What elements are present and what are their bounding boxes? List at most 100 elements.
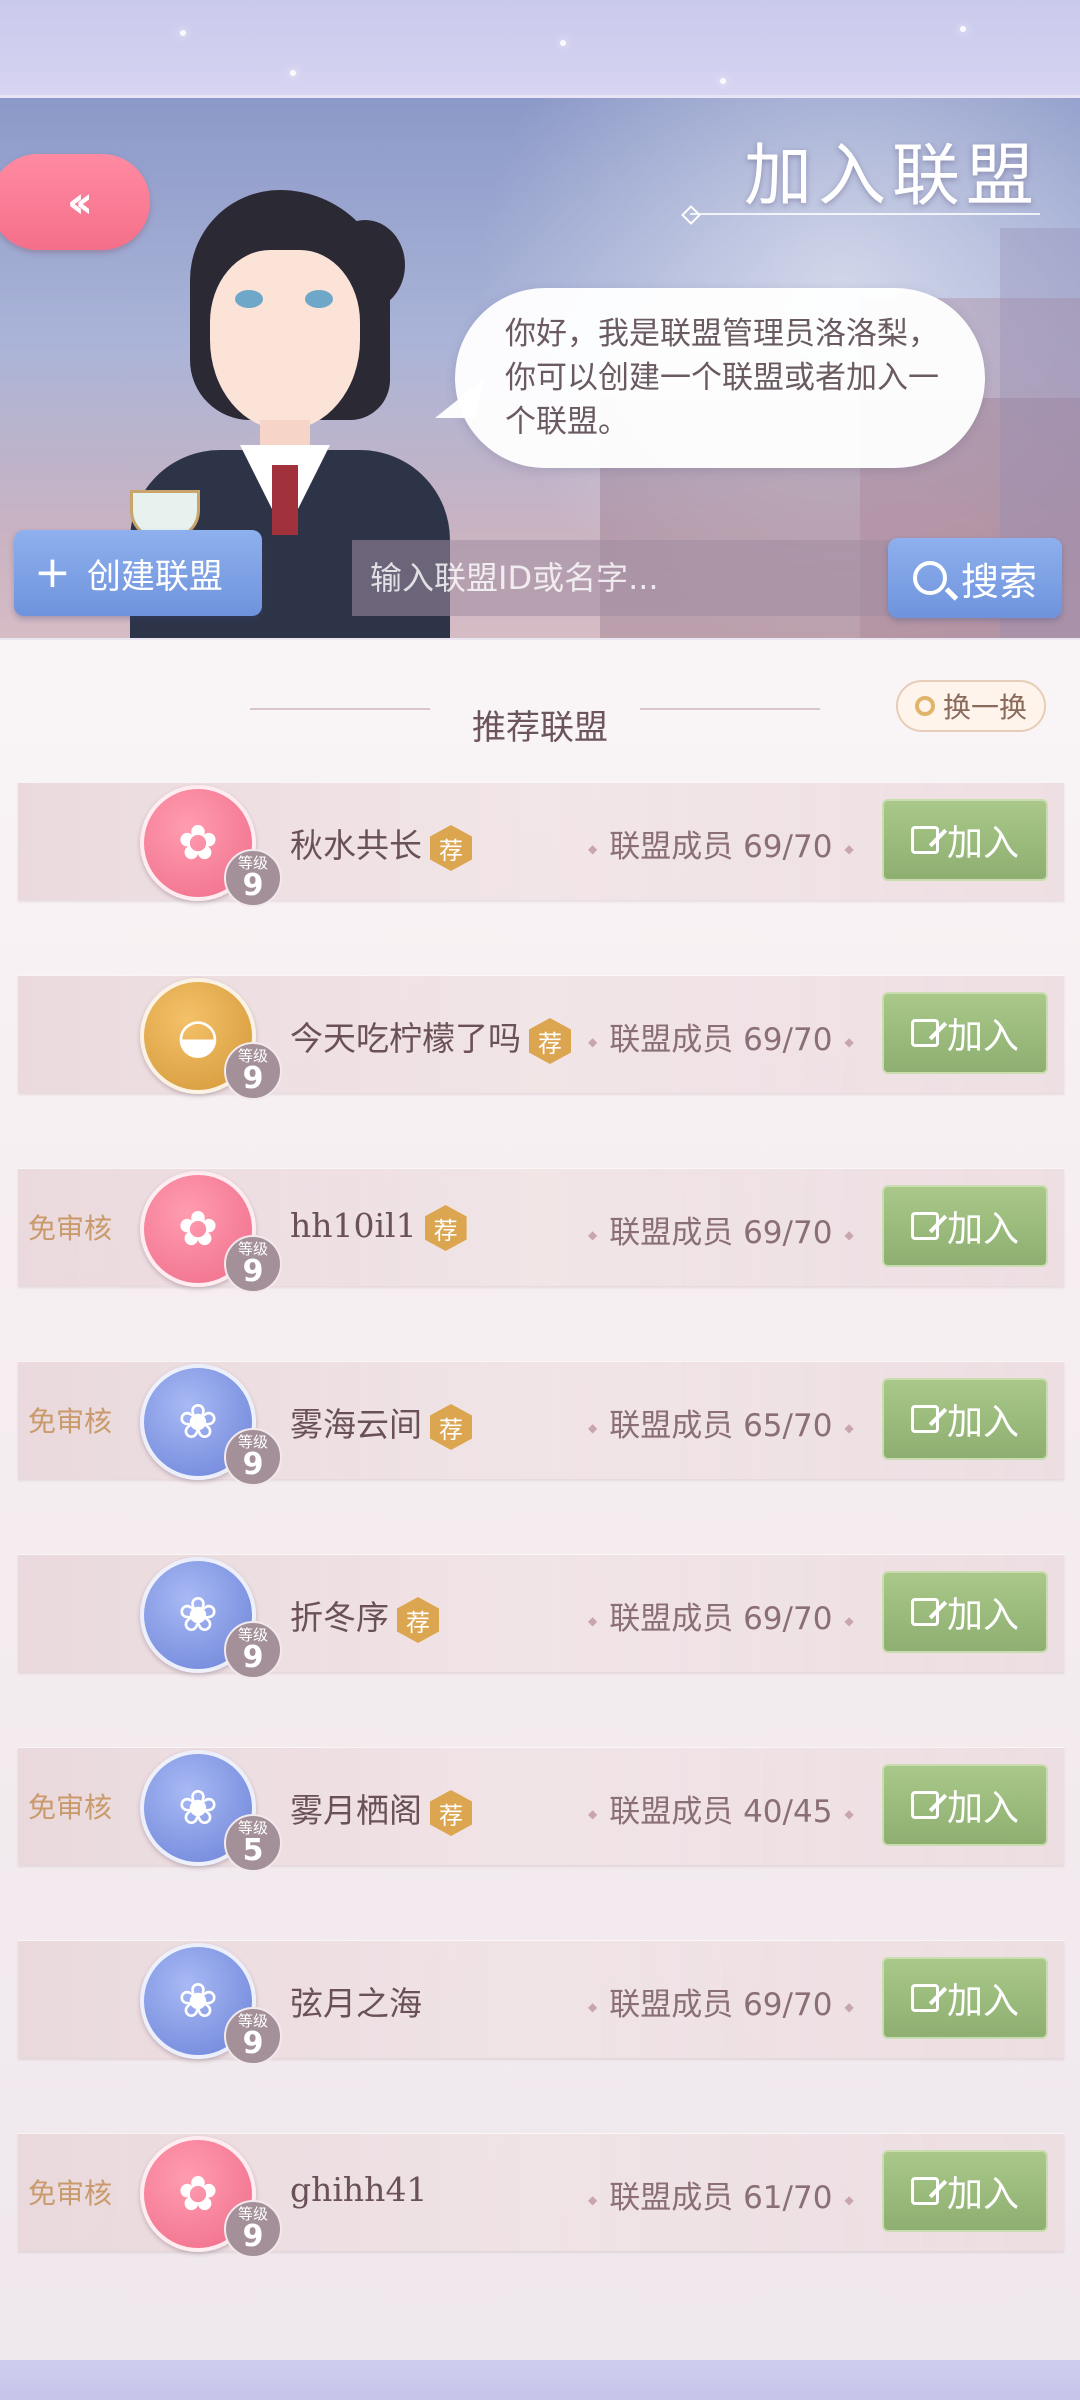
alliance-name: 弦月之海 bbox=[290, 1977, 422, 2025]
alliance-row[interactable]: 免审核❀ 等级 5 雾月栖阁荐联盟成员 40/45 加入 bbox=[18, 1747, 1064, 1872]
alliance-name: 雾海云间荐 bbox=[290, 1398, 472, 1450]
join-label: 加入 bbox=[946, 1788, 1019, 1829]
edit-icon bbox=[910, 1598, 939, 1626]
level-badge: 等级 9 bbox=[224, 1235, 282, 1293]
recommended-badge: 荐 bbox=[430, 825, 472, 871]
alliance-name-text: 折冬序 bbox=[290, 1598, 389, 1637]
join-label: 加入 bbox=[946, 1402, 1019, 1443]
section-divider-left bbox=[250, 708, 430, 710]
alliance-name-text: hh10il1 bbox=[290, 1206, 417, 1245]
alliance-name-text: 今天吃柠檬了吗 bbox=[290, 1019, 521, 1058]
edit-icon bbox=[910, 2177, 939, 2205]
alliance-name: ghihh41 bbox=[290, 2170, 427, 2209]
edit-icon bbox=[910, 1791, 939, 1819]
alliance-name: 今天吃柠檬了吗荐 bbox=[290, 1012, 571, 1064]
join-button[interactable]: 加入 bbox=[882, 1571, 1048, 1653]
join-button[interactable]: 加入 bbox=[882, 2150, 1048, 2232]
join-label: 加入 bbox=[946, 1595, 1019, 1636]
page-title: 加入联盟 bbox=[743, 137, 1040, 216]
npc-speech-bubble: 你好，我是联盟管理员洛洛梨，你可以创建一个联盟或者加入一个联盟。 bbox=[455, 288, 985, 468]
no-review-label: 免审核 bbox=[28, 1212, 113, 1245]
create-alliance-button[interactable]: + 创建联盟 bbox=[14, 530, 262, 616]
title-divider bbox=[690, 213, 1040, 215]
no-review-label: 免审核 bbox=[28, 2177, 113, 2210]
alliance-name: hh10il1 荐 bbox=[290, 1205, 467, 1251]
npc-dialog-text: 你好，我是联盟管理员洛洛梨，你可以创建一个联盟或者加入一个联盟。 bbox=[505, 316, 939, 440]
level-value: 9 bbox=[242, 1060, 264, 1096]
search-icon bbox=[912, 561, 947, 595]
level-badge: 等级 5 bbox=[224, 1814, 282, 1872]
no-review-label: 免审核 bbox=[28, 1405, 113, 1438]
member-count: 联盟成员 69/70 bbox=[588, 1593, 854, 1638]
alliance-name-text: 秋水共长 bbox=[290, 826, 422, 865]
level-badge: 等级 9 bbox=[224, 1621, 282, 1679]
level-value: 9 bbox=[242, 2025, 264, 2061]
plus-icon: + bbox=[34, 547, 71, 598]
recommended-badge: 荐 bbox=[430, 1790, 472, 1836]
join-label: 加入 bbox=[946, 823, 1019, 864]
alliance-row[interactable]: ✿ 等级 9 秋水共长荐联盟成员 69/70 加入 bbox=[18, 782, 1064, 907]
join-button[interactable]: 加入 bbox=[882, 1957, 1048, 2039]
member-count: 联盟成员 69/70 bbox=[588, 1979, 854, 2024]
member-count: 联盟成员 69/70 bbox=[588, 1207, 854, 1252]
top-decor-strip bbox=[0, 0, 1080, 98]
alliance-name-text: 雾海云间 bbox=[290, 1405, 422, 1444]
join-button[interactable]: 加入 bbox=[882, 1378, 1048, 1460]
edit-icon bbox=[910, 1405, 939, 1433]
no-review-label: 免审核 bbox=[28, 1791, 113, 1824]
double-chevron-left-icon: ‹‹ bbox=[66, 176, 93, 228]
recommended-badge: 荐 bbox=[529, 1018, 571, 1064]
search-label: 搜索 bbox=[960, 559, 1037, 604]
alliance-name-text: ghihh41 bbox=[290, 2170, 428, 2209]
alliance-row[interactable]: ❀ 等级 9 折冬序荐联盟成员 69/70 加入 bbox=[18, 1554, 1064, 1679]
level-badge: 等级 9 bbox=[224, 1428, 282, 1486]
level-value: 5 bbox=[242, 1832, 264, 1868]
alliance-name-text: 雾月栖阁 bbox=[290, 1791, 422, 1830]
edit-icon bbox=[910, 1212, 939, 1240]
level-value: 9 bbox=[242, 2218, 264, 2254]
alliance-row[interactable]: 免审核✿ 等级 9 hh10il1荐联盟成员 69/70 加入 bbox=[18, 1168, 1064, 1293]
alliance-name-text: 弦月之海 bbox=[290, 1984, 422, 2023]
edit-icon bbox=[910, 826, 939, 854]
join-button[interactable]: 加入 bbox=[882, 1185, 1048, 1267]
search-input[interactable] bbox=[352, 540, 892, 616]
level-value: 9 bbox=[242, 1253, 264, 1289]
create-alliance-label: 创建联盟 bbox=[86, 556, 223, 597]
member-count: 联盟成员 61/70 bbox=[588, 2172, 854, 2217]
edit-icon bbox=[910, 1984, 939, 2012]
level-value: 9 bbox=[242, 1446, 264, 1482]
recommended-badge: 荐 bbox=[397, 1597, 439, 1643]
alliance-row[interactable]: 免审核❀ 等级 9 雾海云间荐联盟成员 65/70 加入 bbox=[18, 1361, 1064, 1486]
join-label: 加入 bbox=[946, 1209, 1019, 1250]
join-label: 加入 bbox=[946, 2174, 1019, 2215]
member-count: 联盟成员 69/70 bbox=[588, 821, 854, 866]
section-divider-right bbox=[640, 708, 820, 710]
alliance-row[interactable]: ❀ 等级 9 弦月之海联盟成员 69/70 加入 bbox=[18, 1940, 1064, 2065]
alliance-row[interactable]: ◒ 等级 9 今天吃柠檬了吗荐联盟成员 69/70 加入 bbox=[18, 975, 1064, 1100]
join-label: 加入 bbox=[946, 1981, 1019, 2022]
join-button[interactable]: 加入 bbox=[882, 992, 1048, 1074]
alliance-name: 折冬序荐 bbox=[290, 1591, 439, 1643]
level-badge: 等级 9 bbox=[224, 2007, 282, 2065]
member-count: 联盟成员 69/70 bbox=[588, 1014, 854, 1059]
level-badge: 等级 9 bbox=[224, 1042, 282, 1100]
recommended-badge: 荐 bbox=[424, 1205, 467, 1251]
level-badge: 等级 9 bbox=[224, 849, 282, 907]
join-button[interactable]: 加入 bbox=[882, 1764, 1048, 1846]
join-label: 加入 bbox=[946, 1016, 1019, 1057]
member-count: 联盟成员 65/70 bbox=[588, 1400, 854, 1445]
member-count: 联盟成员 40/45 bbox=[588, 1786, 854, 1831]
refresh-label: 换一换 bbox=[942, 691, 1027, 724]
level-value: 9 bbox=[242, 1639, 264, 1675]
join-button[interactable]: 加入 bbox=[882, 799, 1048, 881]
recommended-badge: 荐 bbox=[430, 1404, 472, 1450]
refresh-icon bbox=[914, 696, 935, 716]
search-button[interactable]: 搜索 bbox=[888, 538, 1062, 618]
level-badge: 等级 9 bbox=[224, 2200, 282, 2258]
alliance-row[interactable]: 免审核✿ 等级 9 ghihh41联盟成员 61/70 加入 bbox=[18, 2133, 1064, 2258]
refresh-button[interactable]: 换一换 bbox=[896, 680, 1046, 732]
level-value: 9 bbox=[242, 867, 264, 903]
edit-icon bbox=[910, 1019, 939, 1047]
alliance-name: 雾月栖阁荐 bbox=[290, 1784, 472, 1836]
bottom-decor-strip bbox=[0, 2360, 1080, 2400]
